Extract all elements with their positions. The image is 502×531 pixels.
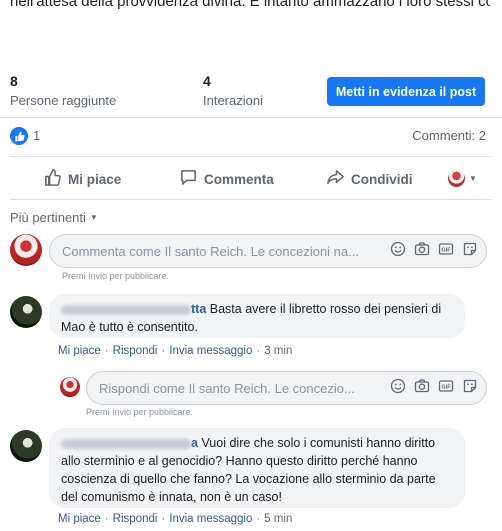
comment-message-link[interactable]: Invia messaggio — [169, 345, 252, 357]
emoji-icon[interactable] — [390, 378, 406, 399]
comment-bubble: tta Basta avere il libretto rosso dei pe… — [49, 294, 465, 338]
divider — [0, 117, 502, 118]
divider — [10, 199, 492, 200]
comment-like-link[interactable]: Mi piace — [58, 513, 101, 525]
post-as-selector[interactable]: ▼ — [448, 170, 477, 187]
comment-input[interactable]: Commenta come Il santo Reich. Le concezi… — [49, 234, 487, 268]
commenter-avatar[interactable] — [10, 296, 42, 328]
comment-author[interactable]: tta — [191, 302, 206, 316]
comment-placeholder: Commenta come Il santo Reich. Le concezi… — [62, 243, 359, 259]
comment-label: Commenta — [204, 171, 274, 187]
gif-icon[interactable]: GIF — [438, 378, 454, 399]
emoji-icon[interactable] — [390, 241, 406, 262]
svg-text:GIF: GIF — [441, 384, 451, 390]
like-button[interactable]: Mi piace — [43, 162, 121, 196]
interactions-count: 4 — [203, 73, 211, 89]
comment-message-link[interactable]: Invia messaggio — [169, 513, 252, 525]
reaction-count[interactable]: 1 — [33, 128, 40, 143]
page-avatar — [448, 170, 465, 187]
reach-label: Persone raggiunte — [10, 93, 117, 108]
share-button[interactable]: Condividi — [326, 162, 413, 196]
gif-icon[interactable]: GIF — [438, 241, 454, 262]
composer-avatar — [10, 234, 42, 266]
reply-composer-avatar — [60, 377, 80, 397]
commenter-avatar[interactable] — [10, 430, 42, 462]
sticker-icon[interactable] — [462, 241, 478, 262]
blurred-author-name — [61, 438, 191, 449]
comment-author[interactable]: a — [191, 436, 198, 450]
divider — [10, 156, 492, 157]
comment-bubble: a Vuoi dire che solo i comunisti hanno d… — [49, 428, 465, 508]
comment-time[interactable]: 3 min — [264, 345, 292, 357]
comment-text: allo sterminio e al genocidio? Hanno que… — [61, 454, 418, 468]
comment-icon — [179, 168, 198, 190]
sticker-icon[interactable] — [462, 378, 478, 399]
sort-selector[interactable]: Più pertinenti ▼ — [10, 210, 98, 225]
comment-reply-link[interactable]: Rispondi — [113, 345, 158, 357]
camera-icon[interactable] — [414, 241, 430, 262]
svg-text:GIF: GIF — [441, 247, 451, 253]
like-reaction-icon[interactable] — [10, 127, 28, 145]
comment-meta: Mi piace · Rispondi · Invia messaggio · 3 min — [58, 345, 293, 357]
share-arrow-icon — [326, 168, 345, 190]
comment-reply-link[interactable]: Rispondi — [113, 513, 158, 525]
promote-post-button[interactable]: Metti in evidenza il post — [327, 77, 485, 106]
share-label: Condividi — [351, 171, 413, 187]
like-label: Mi piace — [68, 171, 122, 187]
comment-text: Basta avere il libretto rosso dei pensie… — [209, 302, 442, 316]
reply-input[interactable]: Rispondi come Il santo Reich. Le concezi… — [86, 371, 487, 405]
blurred-author-name — [61, 304, 191, 315]
post-text: nell'attesa della provvidenza divina. E … — [10, 0, 490, 10]
reply-hint: Premi Invio per pubblicare. — [86, 407, 194, 417]
comment-like-link[interactable]: Mi piace — [58, 345, 101, 357]
reach-count: 8 — [10, 73, 18, 89]
chevron-down-icon: ▼ — [89, 213, 98, 222]
comment-time[interactable]: 5 min — [264, 513, 292, 525]
chevron-down-icon: ▼ — [469, 174, 477, 183]
interactions-label: Interazioni — [203, 93, 263, 108]
comment-button[interactable]: Commenta — [179, 162, 274, 196]
comment-meta: Mi piace · Rispondi · Invia messaggio · 5 min — [58, 513, 293, 525]
thumbs-up-icon — [43, 168, 62, 190]
comment-text: coscienza di quello che fanno? La vocazi… — [61, 472, 436, 486]
comments-count[interactable]: Commenti: 2 — [412, 128, 486, 143]
comment-text: Vuoi dire che solo i comunisti hanno dir… — [201, 436, 436, 450]
camera-icon[interactable] — [414, 378, 430, 399]
reply-placeholder: Rispondi come Il santo Reich. Le concezi… — [99, 380, 355, 396]
comment-text: del comunismo è innata, non è un caso! — [61, 490, 282, 504]
comment-text: Mao è tutto è consentito. — [61, 320, 198, 334]
sort-label: Più pertinenti — [10, 210, 86, 225]
composer-hint: Premi Invio per pubblicare. — [62, 271, 170, 281]
